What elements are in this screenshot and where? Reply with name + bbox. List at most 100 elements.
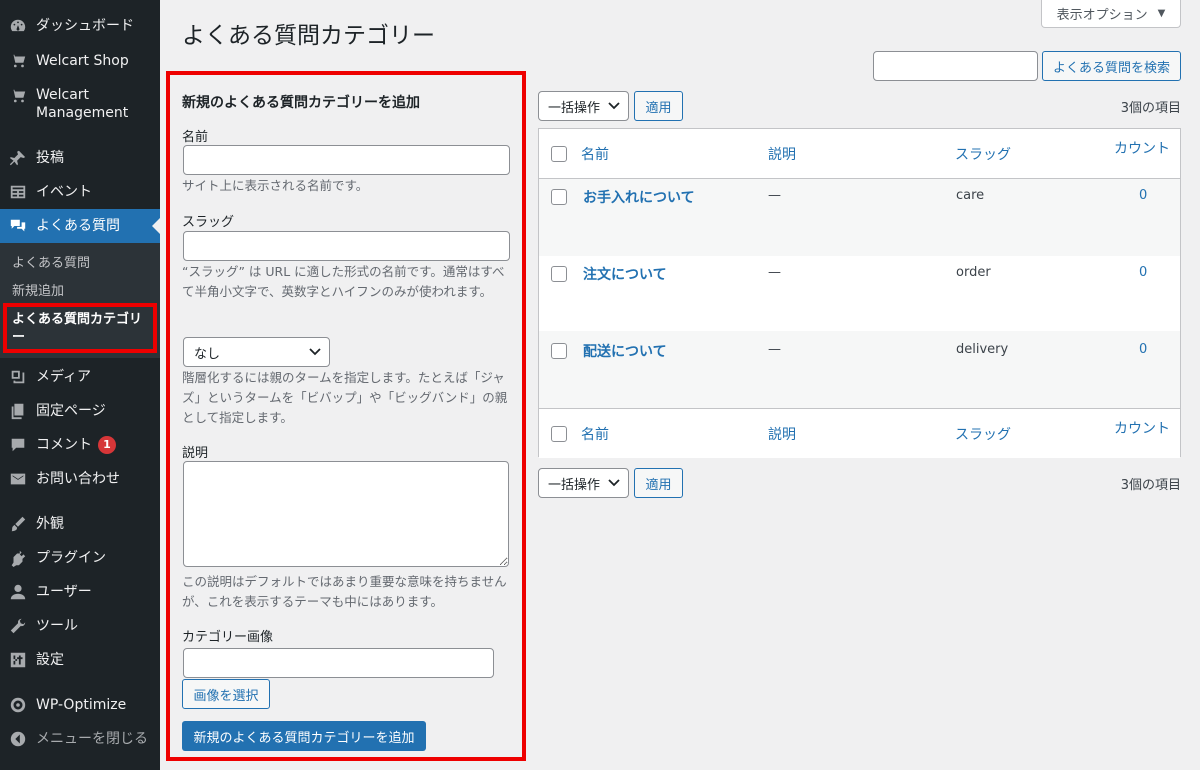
column-description[interactable]: 説明 bbox=[768, 144, 796, 164]
bulk-action-value: 一括操作 bbox=[548, 477, 601, 493]
page-title: よくある質問カテゴリー bbox=[182, 23, 435, 49]
row-checkbox[interactable] bbox=[551, 189, 567, 205]
row-description: — bbox=[768, 188, 781, 203]
sidebar-item-label: WP-Optimize bbox=[36, 697, 127, 713]
sidebar-item-appearance[interactable]: 外観 bbox=[0, 513, 160, 535]
name-description: サイト上に表示される名前です。 bbox=[182, 178, 369, 193]
media-icon bbox=[8, 367, 28, 387]
category-image-input[interactable] bbox=[183, 648, 494, 678]
sidebar-item-label: メディア bbox=[36, 369, 92, 385]
column-slug[interactable]: スラッグ bbox=[955, 424, 1011, 444]
bulk-action-select-top[interactable]: 一括操作 bbox=[538, 91, 629, 121]
sidebar-item-dashboard[interactable]: ダッシュボード bbox=[0, 15, 160, 37]
bulk-action-value: 一括操作 bbox=[548, 100, 601, 116]
table-row: 配送について — delivery 0 bbox=[539, 331, 1180, 408]
name-label: 名前 bbox=[182, 130, 209, 145]
column-count[interactable]: カウント bbox=[1114, 418, 1170, 438]
table-icon bbox=[8, 182, 28, 202]
slug-input[interactable] bbox=[183, 231, 510, 261]
sidebar-item-label: 投稿 bbox=[36, 150, 64, 166]
row-description: — bbox=[768, 265, 781, 280]
add-category-button[interactable]: 新規のよくある質問カテゴリーを追加 bbox=[182, 721, 426, 751]
table-footer: 名前 説明 スラッグ カウント bbox=[539, 408, 1180, 458]
description-textarea[interactable] bbox=[183, 461, 509, 567]
row-checkbox[interactable] bbox=[551, 266, 567, 282]
column-slug[interactable]: スラッグ bbox=[955, 144, 1011, 164]
sidebar-item-contact[interactable]: お問い合わせ bbox=[0, 468, 160, 490]
sidebar-item-label: 固定ページ bbox=[36, 403, 106, 419]
wrench-icon bbox=[8, 616, 28, 636]
sidebar-item-users[interactable]: ユーザー bbox=[0, 581, 160, 603]
chevron-down-icon bbox=[608, 479, 620, 487]
sidebar-item-welcart-shop[interactable]: Welcart Shop bbox=[0, 50, 160, 72]
bulk-action-select-bottom[interactable]: 一括操作 bbox=[538, 468, 629, 498]
sidebar-item-plugins[interactable]: プラグイン bbox=[0, 547, 160, 569]
apply-button-top[interactable]: 適用 bbox=[634, 91, 683, 121]
description-label: 説明 bbox=[182, 446, 209, 461]
row-count-link[interactable]: 0 bbox=[1139, 342, 1147, 357]
admin-sidebar: ダッシュボード Welcart Shop Welcart Management … bbox=[0, 0, 160, 770]
apply-button-bottom[interactable]: 適用 bbox=[634, 468, 683, 498]
chevron-down-icon bbox=[309, 348, 321, 356]
parent-select-value: なし bbox=[194, 346, 221, 362]
sidebar-item-label: コメント bbox=[36, 437, 92, 453]
sidebar-item-faq[interactable]: よくある質問 bbox=[0, 209, 160, 243]
pin-icon bbox=[8, 148, 28, 168]
sidebar-item-label: お問い合わせ bbox=[36, 471, 120, 487]
sidebar-item-label: ツール bbox=[36, 618, 78, 634]
page-icon bbox=[8, 401, 28, 421]
row-description: — bbox=[768, 342, 781, 357]
sidebar-item-pages[interactable]: 固定ページ bbox=[0, 400, 160, 422]
cart-icon bbox=[8, 51, 28, 71]
submenu-item-add-new[interactable]: 新規追加 bbox=[12, 283, 64, 301]
submenu-item-faq[interactable]: よくある質問 bbox=[12, 255, 90, 273]
sidebar-item-label: Welcart Management bbox=[36, 87, 129, 121]
sidebar-item-wp-optimize[interactable]: WP-Optimize bbox=[0, 694, 160, 716]
sidebar-item-tools[interactable]: ツール bbox=[0, 615, 160, 637]
name-input[interactable] bbox=[183, 145, 510, 175]
form-heading: 新規のよくある質問カテゴリーを追加 bbox=[182, 95, 420, 111]
row-count-link[interactable]: 0 bbox=[1139, 265, 1147, 280]
row-slug: order bbox=[956, 265, 991, 280]
sidebar-item-label: よくある質問 bbox=[36, 218, 120, 234]
search-button[interactable]: よくある質問を検索 bbox=[1042, 51, 1181, 81]
dashboard-icon bbox=[8, 16, 28, 36]
comment-count-badge: 1 bbox=[98, 436, 116, 454]
sidebar-item-label: ユーザー bbox=[36, 584, 92, 600]
sidebar-item-events[interactable]: イベント bbox=[0, 181, 160, 203]
row-checkbox[interactable] bbox=[551, 343, 567, 359]
sidebar-collapse-menu[interactable]: メニューを閉じる bbox=[0, 728, 160, 750]
parent-select[interactable]: なし bbox=[183, 337, 330, 367]
sidebar-item-comments[interactable]: コメント 1 bbox=[0, 434, 160, 456]
column-count[interactable]: カウント bbox=[1114, 138, 1170, 158]
column-name[interactable]: 名前 bbox=[581, 424, 609, 444]
sidebar-item-media[interactable]: メディア bbox=[0, 366, 160, 388]
screen-options-button[interactable]: 表示オプション ▼ bbox=[1041, 0, 1181, 28]
sidebar-item-label: メニューを閉じる bbox=[36, 731, 148, 747]
slug-description: “スラッグ” は URL に適した形式の名前です。通常はすべて半角小文字で、英数… bbox=[182, 264, 505, 299]
item-count-top: 3個の項目 bbox=[1120, 101, 1181, 116]
comment-icon bbox=[8, 435, 28, 455]
table-header: 名前 説明 スラッグ カウント bbox=[539, 129, 1180, 179]
sidebar-item-welcart-management[interactable]: Welcart Management bbox=[0, 86, 160, 122]
row-name-link[interactable]: お手入れについて bbox=[583, 187, 695, 207]
sidebar-item-settings[interactable]: 設定 bbox=[0, 649, 160, 671]
sidebar-item-label: Welcart Shop bbox=[36, 53, 129, 69]
select-all-checkbox-bottom[interactable] bbox=[551, 426, 567, 442]
row-name-link[interactable]: 注文について bbox=[583, 264, 667, 284]
plugin-icon bbox=[8, 548, 28, 568]
select-all-checkbox[interactable] bbox=[551, 146, 567, 162]
column-description[interactable]: 説明 bbox=[768, 424, 796, 444]
select-image-button[interactable]: 画像を選択 bbox=[182, 679, 270, 709]
sidebar-item-label: 外観 bbox=[36, 516, 64, 532]
optimize-icon bbox=[8, 695, 28, 715]
row-name-link[interactable]: 配送について bbox=[583, 341, 667, 361]
sidebar-item-label: 設定 bbox=[36, 652, 64, 668]
screen-options-label: 表示オプション bbox=[1056, 8, 1148, 23]
search-input[interactable] bbox=[873, 51, 1038, 81]
caret-down-icon: ▼ bbox=[1157, 8, 1166, 19]
row-count-link[interactable]: 0 bbox=[1139, 188, 1147, 203]
row-slug: delivery bbox=[956, 342, 1009, 357]
column-name[interactable]: 名前 bbox=[581, 144, 609, 164]
sidebar-item-posts[interactable]: 投稿 bbox=[0, 147, 160, 169]
